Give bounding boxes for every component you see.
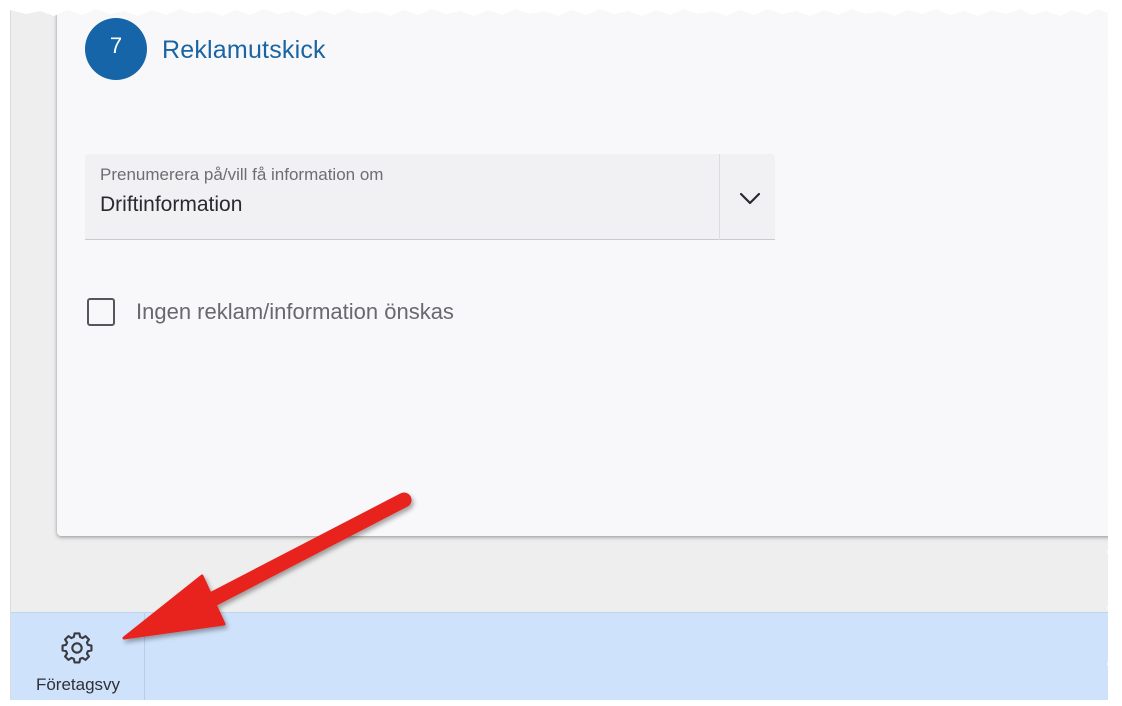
- app-window: 7 Reklamutskick Prenumerera på/vill få i…: [10, 6, 1108, 700]
- screenshot-stage: 7 Reklamutskick Prenumerera på/vill få i…: [0, 0, 1122, 706]
- torn-edge-right: [1107, 0, 1122, 706]
- no-ads-checkbox[interactable]: [87, 298, 115, 326]
- subscription-select[interactable]: Prenumerera på/vill få information om Dr…: [85, 154, 775, 240]
- chevron-down-icon[interactable]: [735, 184, 765, 214]
- select-value: Driftinformation: [100, 193, 243, 216]
- bottom-navigation-bar: Företagsvy: [11, 612, 1108, 700]
- nav-item-foretagsvy[interactable]: Företagsvy: [11, 613, 145, 700]
- torn-edge-top: [10, 0, 1122, 16]
- step-number-badge: 7: [85, 18, 147, 80]
- no-ads-checkbox-label: Ingen reklam/information önskas: [136, 299, 454, 324]
- gear-icon: [60, 631, 94, 665]
- select-divider: [719, 154, 720, 240]
- section-card: 7 Reklamutskick Prenumerera på/vill få i…: [57, 6, 1108, 536]
- no-ads-checkbox-row[interactable]: Ingen reklam/information önskas: [87, 296, 454, 328]
- section-title: Reklamutskick: [162, 36, 326, 64]
- nav-item-label: Företagsvy: [35, 675, 121, 694]
- select-label: Prenumerera på/vill få information om: [100, 165, 384, 184]
